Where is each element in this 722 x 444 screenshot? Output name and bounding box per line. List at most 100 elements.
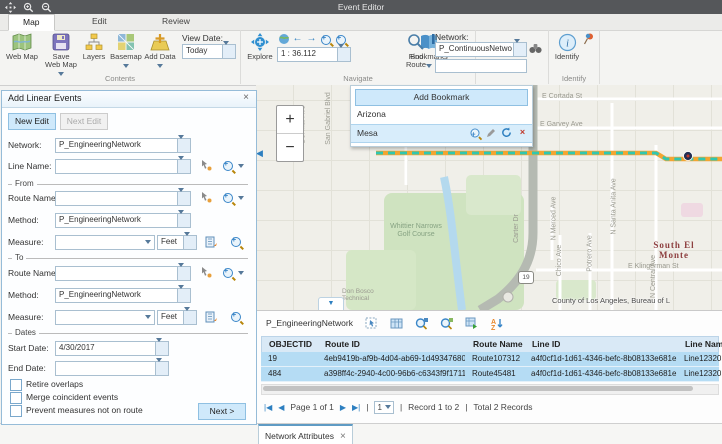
- map-zoom-in-button[interactable]: +: [277, 106, 303, 134]
- from-method-dropdown-button[interactable]: [177, 214, 190, 227]
- from-measure-combo[interactable]: [55, 235, 155, 250]
- tab-network-attributes[interactable]: Network Attributes ×: [258, 424, 353, 444]
- to-method-select[interactable]: P_EngineeringNetwork: [55, 288, 191, 303]
- sort-icon[interactable]: AZ: [489, 316, 504, 330]
- scale-select[interactable]: 1 : 36.112: [277, 47, 351, 62]
- column-header[interactable]: OBJECTID: [262, 337, 318, 352]
- panel-close-icon[interactable]: ×: [240, 92, 252, 104]
- horizontal-scrollbar[interactable]: [261, 384, 719, 395]
- attribute-table-icon[interactable]: [389, 316, 404, 330]
- zoom-in-tool-icon[interactable]: [319, 33, 332, 46]
- route-search-input[interactable]: [435, 59, 527, 73]
- zoom-options-arrow[interactable]: [238, 164, 244, 168]
- table-collapse-tab-icon[interactable]: ▼: [318, 297, 344, 310]
- from-measure-ruler-icon[interactable]: [204, 234, 219, 248]
- page-size-select[interactable]: 1: [374, 401, 393, 414]
- select-records-icon[interactable]: [364, 316, 379, 330]
- to-route-name-dropdown-button[interactable]: [177, 267, 190, 280]
- from-units-select[interactable]: Feet: [157, 235, 197, 250]
- start-date-dropdown-button[interactable]: [155, 342, 168, 355]
- from-route-name-select[interactable]: [55, 191, 191, 206]
- bookmark-edit-icon[interactable]: [485, 127, 496, 138]
- to-units-select[interactable]: Feet: [157, 310, 197, 325]
- pushpin-icon[interactable]: [582, 32, 595, 45]
- first-page-icon[interactable]: |◀: [264, 403, 272, 412]
- column-header[interactable]: Route ID: [318, 337, 466, 352]
- next-page-icon[interactable]: ▶: [340, 403, 346, 412]
- column-header[interactable]: Route Name: [466, 337, 525, 352]
- previous-extent-icon[interactable]: ←: [291, 32, 304, 45]
- to-zoom-options-arrow[interactable]: [238, 271, 244, 275]
- webmap-button[interactable]: Web Map: [4, 32, 40, 61]
- to-route-name-select[interactable]: [55, 266, 191, 281]
- add-bookmark-button[interactable]: Add Bookmark: [355, 89, 528, 106]
- view-date-dropdown-button[interactable]: [222, 45, 235, 58]
- to-measure-ruler-icon[interactable]: [204, 309, 219, 323]
- add-data-button[interactable]: Add Data: [144, 32, 176, 70]
- prevent-measures-checkbox[interactable]: [10, 405, 22, 417]
- table-row[interactable]: 19 4eb9419b-af9b-4d04-ab69-1d493476802b …: [261, 352, 719, 367]
- line-name-dropdown-button[interactable]: [177, 160, 190, 173]
- layers-button[interactable]: Layers: [80, 32, 108, 61]
- end-date-select[interactable]: [55, 361, 169, 376]
- start-date-select[interactable]: 4/30/2017: [55, 341, 169, 356]
- full-extent-icon[interactable]: [277, 32, 290, 45]
- next-edit-button[interactable]: Next Edit: [60, 113, 108, 130]
- column-header[interactable]: Line ID: [525, 337, 678, 352]
- switch-selection-icon[interactable]: [464, 316, 479, 330]
- from-route-name-dropdown-button[interactable]: [177, 192, 190, 205]
- from-zoom-options-arrow[interactable]: [238, 196, 244, 200]
- identify-button[interactable]: i Identify: [552, 32, 582, 61]
- previous-page-icon[interactable]: ◀: [278, 403, 284, 412]
- to-measure-zoom-icon[interactable]: [228, 310, 243, 324]
- from-units-dropdown-button[interactable]: [183, 236, 196, 249]
- next-button[interactable]: Next >: [198, 403, 246, 420]
- select-line-on-map-icon[interactable]: [198, 158, 213, 172]
- from-method-select[interactable]: P_EngineeringNetwork: [55, 213, 191, 228]
- panel-network-select[interactable]: P_EngineeringNetwork: [55, 138, 191, 153]
- to-method-dropdown-button[interactable]: [177, 289, 190, 302]
- zoom-to-to-route-icon[interactable]: [220, 266, 235, 280]
- tab-map[interactable]: Map: [8, 14, 55, 31]
- last-page-icon[interactable]: ▶|: [352, 403, 360, 412]
- add-data-dropdown-arrow[interactable]: [157, 64, 163, 68]
- bookmark-delete-icon[interactable]: ×: [517, 127, 528, 138]
- basemap-button[interactable]: Basemap: [110, 32, 142, 70]
- tab-review[interactable]: Review: [148, 14, 204, 29]
- bookmark-zoom-icon[interactable]: [469, 127, 480, 138]
- save-webmap-button[interactable]: Save Web Map: [44, 32, 78, 78]
- zoom-to-from-route-icon[interactable]: [220, 191, 235, 205]
- tab-close-icon[interactable]: ×: [340, 428, 346, 444]
- binoculars-icon[interactable]: [529, 42, 542, 55]
- column-header[interactable]: Line Name: [678, 337, 722, 352]
- bookmark-refresh-icon[interactable]: [501, 127, 512, 138]
- scrollbar-thumb[interactable]: [263, 386, 693, 391]
- to-units-dropdown-button[interactable]: [183, 311, 196, 324]
- map-zoom-out-button[interactable]: −: [277, 134, 303, 161]
- end-date-dropdown-button[interactable]: [155, 362, 168, 375]
- table-row[interactable]: 484 a398ff4c-2940-4c00-96b6-c6343f9f1711…: [261, 367, 719, 382]
- from-measure-zoom-icon[interactable]: [228, 235, 243, 249]
- from-measure-dropdown-arrow[interactable]: [145, 240, 151, 244]
- next-extent-icon[interactable]: →: [305, 32, 318, 45]
- select-from-route-on-map-icon[interactable]: [198, 190, 213, 204]
- to-measure-combo[interactable]: [55, 310, 155, 325]
- network-select[interactable]: P_ContinuousNetwork: [435, 42, 527, 57]
- view-date-select[interactable]: Today: [182, 44, 236, 59]
- panel-collapse-arrow-icon[interactable]: ◀: [256, 145, 266, 161]
- line-name-select[interactable]: [55, 159, 191, 174]
- zoom-to-line-icon[interactable]: [220, 159, 235, 173]
- find-route-button[interactable]: Find Route: [401, 32, 431, 69]
- new-edit-button[interactable]: New Edit: [8, 113, 56, 130]
- scale-dropdown-button[interactable]: [337, 48, 350, 61]
- bookmark-item-arizona[interactable]: Arizona: [351, 106, 532, 123]
- zoom-to-selection-icon[interactable]: [414, 316, 429, 330]
- merge-coincident-checkbox[interactable]: [10, 392, 22, 404]
- to-measure-dropdown-arrow[interactable]: [145, 315, 151, 319]
- bookmark-item-mesa[interactable]: Mesa ×: [351, 124, 532, 143]
- network-dropdown-button[interactable]: [513, 43, 526, 56]
- pan-to-selection-icon[interactable]: [439, 316, 454, 330]
- explore-button[interactable]: Explore: [245, 32, 275, 61]
- basemap-dropdown-arrow[interactable]: [123, 64, 129, 68]
- retire-overlaps-checkbox[interactable]: [10, 379, 22, 391]
